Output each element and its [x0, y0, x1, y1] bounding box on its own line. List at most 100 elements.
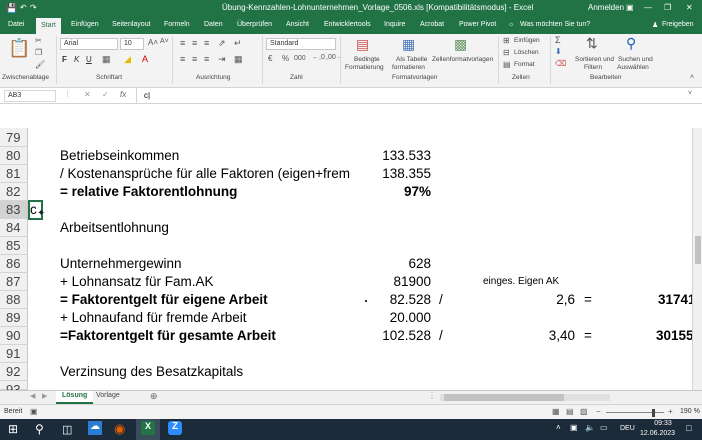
indent-icon[interactable]: ⇥ — [218, 54, 226, 65]
signin-button[interactable]: Anmelden — [588, 3, 624, 12]
prev-sheet-icon[interactable]: ◀ — [30, 392, 35, 400]
underline-button[interactable]: U — [86, 55, 92, 64]
cell-d87[interactable]: 81900 — [363, 273, 431, 291]
cell-c88[interactable]: = Faktorentgelt für eigene Arbeit — [60, 291, 268, 309]
app-explorer-icon[interactable]: ☁ — [88, 421, 102, 435]
font-name-select[interactable]: Arial — [60, 38, 118, 50]
cell-c87[interactable]: + Lohnansatz für Fam.AK — [60, 273, 213, 291]
row-header-83[interactable]: 83 — [0, 201, 28, 219]
merge-center-icon[interactable]: ▦ — [234, 54, 243, 65]
cell-d82[interactable]: 97% — [363, 183, 431, 201]
format-as-table-icon[interactable]: ▦ — [402, 36, 415, 53]
row-header-81[interactable]: 81 — [0, 165, 28, 183]
clock-date[interactable]: 12.06.2023 — [640, 430, 675, 437]
currency-icon[interactable]: € — [268, 54, 272, 63]
sort-filter-icon[interactable]: ⇅ — [586, 35, 598, 52]
font-color-icon[interactable]: A — [142, 54, 148, 64]
zoom-out-icon[interactable]: − — [596, 407, 601, 416]
zoom-slider-thumb[interactable] — [652, 409, 655, 417]
percent-button[interactable]: % — [282, 54, 289, 63]
cell-f90[interactable]: 3,40 — [480, 327, 575, 345]
row-header-90[interactable]: 90 — [0, 327, 28, 345]
row-header-88[interactable]: 88 — [0, 291, 28, 309]
formula-input[interactable]: c| — [144, 91, 150, 100]
as-table-label-2[interactable]: formatieren — [392, 64, 425, 71]
vertical-scroll-thumb[interactable] — [695, 236, 701, 264]
cell-f87[interactable]: einges. Eigen AK — [483, 273, 559, 291]
name-box[interactable]: AB3 — [4, 90, 56, 102]
next-sheet-icon[interactable]: ▶ — [42, 392, 47, 400]
tab-split-icon[interactable]: ⋮ — [428, 391, 436, 400]
align-left-icon[interactable]: ≡ — [180, 54, 185, 64]
input-language[interactable]: DEU — [620, 425, 635, 432]
cell-d88[interactable]: 82.528 — [363, 291, 431, 309]
save-icon[interactable]: 💾 — [6, 3, 17, 14]
redo-icon[interactable]: ↷ — [30, 3, 37, 12]
bold-button[interactable]: F — [62, 55, 67, 64]
conditional-formatting-icon[interactable]: ▤ — [356, 36, 369, 53]
page-layout-view-icon[interactable]: ▤ — [566, 407, 574, 416]
align-center-icon[interactable]: ≡ — [192, 54, 197, 64]
cell-styles-icon[interactable]: ▩ — [454, 36, 467, 53]
row-header-84[interactable]: 84 — [0, 219, 28, 237]
insert-cells-icon[interactable]: ⊞ — [503, 36, 510, 45]
font-size-select[interactable]: 10 — [120, 38, 144, 50]
cut-icon[interactable]: ✂ — [35, 36, 42, 45]
insert-cells-button[interactable]: Einfügen — [514, 37, 540, 44]
windows-start-icon[interactable]: ⊞ — [8, 422, 18, 436]
row-header-80[interactable]: 80 — [0, 147, 28, 165]
align-bottom-icon[interactable]: ≡ — [204, 38, 209, 48]
fill-color-icon[interactable]: ◢ — [124, 54, 131, 65]
autosum-icon[interactable]: Σ — [555, 35, 561, 45]
tab-acrobat[interactable]: Acrobat — [420, 21, 444, 28]
speaker-icon[interactable]: 🔈 — [585, 423, 595, 432]
orientation-icon[interactable]: ⇗ — [218, 38, 226, 49]
cancel-entry-icon[interactable]: ✕ — [84, 90, 91, 99]
row-header-79[interactable]: 79 — [0, 128, 28, 147]
tab-datei[interactable]: Datei — [8, 21, 24, 28]
zoom-in-icon[interactable]: + — [668, 407, 673, 416]
format-painter-icon[interactable]: 🖌 — [35, 60, 45, 69]
cell-g90[interactable]: = — [584, 327, 592, 345]
tab-seitenlayout[interactable]: Seitenlayout — [112, 21, 151, 28]
cell-c86[interactable]: Unternehmergewinn — [60, 255, 182, 273]
battery-icon[interactable]: ▭ — [600, 423, 608, 432]
worksheet-grid[interactable]: 79 80 81 82 83 84 85 86 87 88 89 90 91 9… — [0, 104, 702, 390]
notification-icon[interactable]: □ — [686, 423, 691, 433]
share-button[interactable]: Freigeben — [662, 21, 694, 28]
confirm-entry-icon[interactable]: ✓ — [102, 90, 109, 99]
sheet-tab-loesung[interactable]: Lösung — [56, 391, 94, 404]
minimize-icon[interactable]: — — [644, 3, 652, 12]
increase-decimal-icon[interactable]: ←,0 — [312, 54, 325, 61]
cell-d90[interactable]: 102.528 — [363, 327, 431, 345]
tab-formeln[interactable]: Formeln — [164, 21, 190, 28]
cell-e90[interactable]: / — [439, 327, 443, 345]
row-header-92[interactable]: 92 — [0, 363, 28, 381]
tab-ueberpruefen[interactable]: Überprüfen — [237, 21, 272, 28]
expand-formula-icon[interactable]: ˅ — [688, 90, 692, 97]
find-label-2[interactable]: Auswählen — [617, 64, 649, 71]
tab-daten[interactable]: Daten — [204, 21, 223, 28]
tab-inquire[interactable]: Inquire — [384, 21, 405, 28]
row-header-86[interactable]: 86 — [0, 255, 28, 273]
paste-icon[interactable]: 📋 — [8, 38, 30, 59]
horizontal-scroll-thumb[interactable] — [444, 394, 564, 401]
tab-ansicht[interactable]: Ansicht — [286, 21, 309, 28]
clock-time[interactable]: 09:33 — [648, 420, 678, 427]
tell-me-input[interactable]: Was möchten Sie tun? — [520, 21, 590, 28]
cell-styles-label[interactable]: Zellenformatvorlagen — [432, 56, 493, 63]
format-cells-button[interactable]: Format — [514, 61, 535, 68]
cell-h90[interactable]: 30155 — [656, 327, 692, 345]
cell-c92[interactable]: Verzinsung des Besatzkapitals — [60, 363, 243, 381]
number-format-select[interactable]: Standard — [266, 38, 336, 50]
page-break-view-icon[interactable]: ▧ — [580, 407, 588, 416]
tab-einfuegen[interactable]: Einfügen — [71, 21, 99, 28]
cell-c90[interactable]: =Faktorentgelt für gesamte Arbeit — [60, 327, 276, 345]
normal-view-icon[interactable]: ▦ — [552, 407, 560, 416]
cell-h88[interactable]: 31741 — [658, 291, 692, 309]
zoom-level[interactable]: 190 % — [680, 408, 700, 415]
cell-a83[interactable]: c — [30, 201, 37, 219]
share-icon[interactable]: ♟ — [652, 21, 658, 29]
cell-d81[interactable]: 138.355 — [363, 165, 431, 183]
vertical-scrollbar[interactable] — [692, 128, 702, 390]
